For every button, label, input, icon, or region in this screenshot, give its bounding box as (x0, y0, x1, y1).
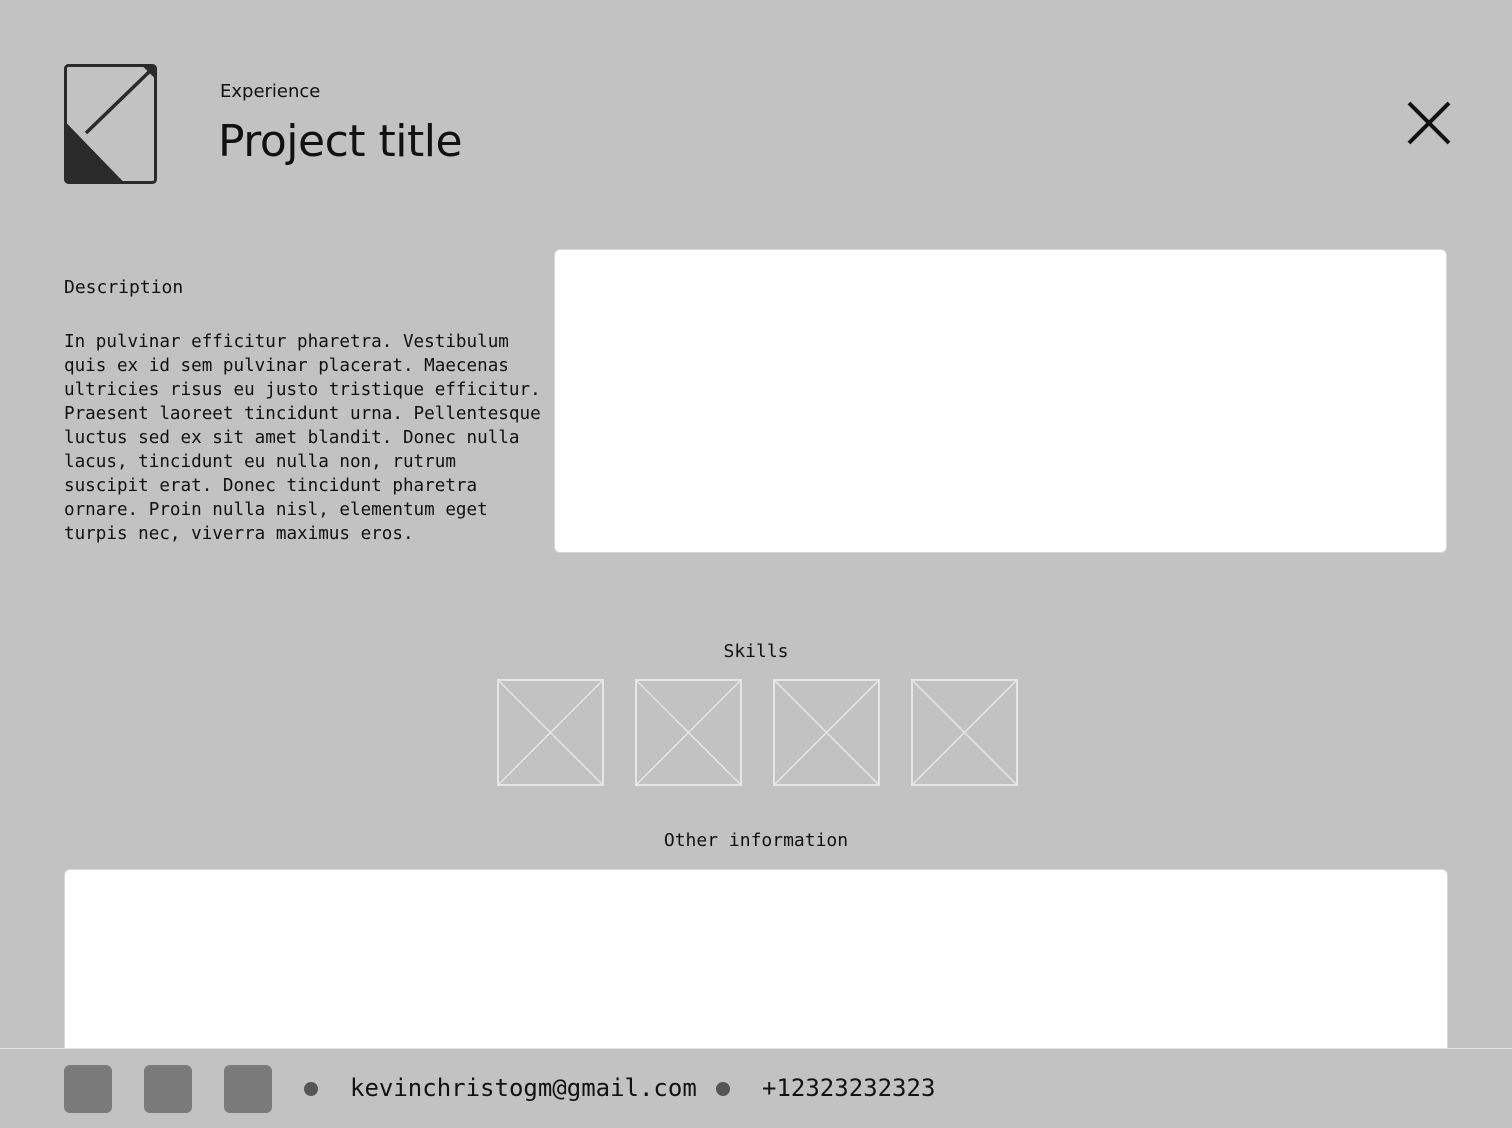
logo-icon (64, 64, 157, 184)
image-placeholder-icon (497, 679, 604, 786)
section-kicker: Experience (220, 81, 321, 102)
other-information-panel (64, 869, 1448, 1069)
dot-icon (716, 1082, 730, 1096)
other-information-heading: Other information (663, 830, 849, 851)
skills-heading: Skills (723, 641, 789, 662)
close-button[interactable] (1402, 96, 1456, 150)
image-placeholder-icon (635, 679, 742, 786)
social-link-icon[interactable] (64, 1065, 112, 1113)
skills-list (497, 679, 1018, 786)
image-placeholder-icon (911, 679, 1018, 786)
project-media-panel (554, 249, 1447, 553)
email-link[interactable]: kevinchristogm@gmail.com (350, 1073, 697, 1103)
social-link-icon[interactable] (144, 1065, 192, 1113)
phone-link[interactable]: +12323232323 (762, 1073, 935, 1103)
page-title: Project title (218, 116, 463, 167)
image-placeholder-icon (773, 679, 880, 786)
description-text: In pulvinar efficitur pharetra. Vestibul… (64, 332, 541, 544)
social-link-icon[interactable] (224, 1065, 272, 1113)
description-heading: Description (64, 277, 184, 298)
dot-icon (304, 1082, 318, 1096)
close-icon (1407, 101, 1451, 145)
footer-bar: kevinchristogm@gmail.com +12323232323 (0, 1048, 1512, 1128)
